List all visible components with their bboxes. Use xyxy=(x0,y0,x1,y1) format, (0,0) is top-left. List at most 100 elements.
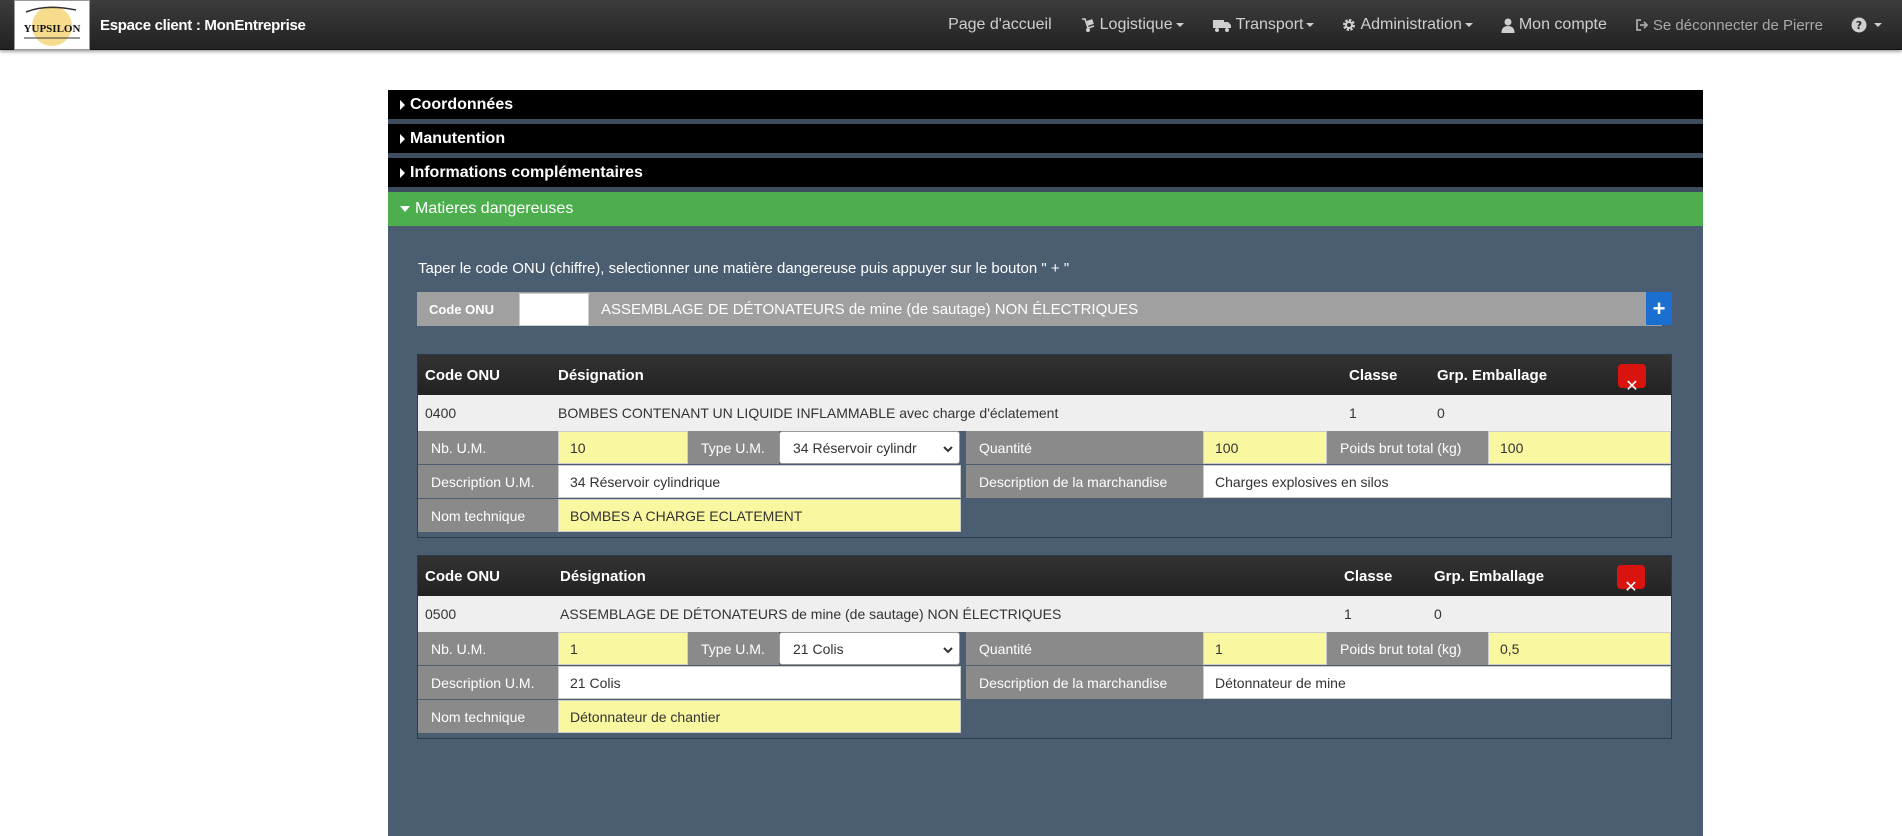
svg-text:?: ? xyxy=(1856,19,1862,32)
main-panel: Coordonnées Manutention Informations com… xyxy=(388,90,1703,836)
matiere-code: 0500 xyxy=(425,606,457,622)
accordion-manutention[interactable]: Manutention xyxy=(388,124,1703,158)
nom-technique-label: Nom technique xyxy=(418,499,558,532)
type-um-select[interactable]: 21 Colis xyxy=(779,632,960,665)
brand-title: Espace client : MonEntreprise xyxy=(100,17,306,34)
matiere-classe: 1 xyxy=(1344,606,1352,622)
type-um-select[interactable]: 34 Réservoir cylindr xyxy=(779,431,960,464)
caret-down-icon xyxy=(1306,23,1315,27)
gear-icon xyxy=(1342,18,1356,32)
logo-image: YUPSILON xyxy=(24,6,80,46)
nav-logout[interactable]: Se déconnecter de Pierre xyxy=(1635,17,1823,34)
close-icon: ✕ xyxy=(1625,378,1639,395)
nav-account[interactable]: Mon compte xyxy=(1501,16,1607,34)
caret-right-icon xyxy=(400,167,405,178)
nav-transport[interactable]: Transport xyxy=(1212,16,1315,34)
nav-home-label: Page d'accueil xyxy=(948,16,1052,33)
quantite-input[interactable]: 1 xyxy=(1203,632,1327,665)
user-icon xyxy=(1501,18,1515,33)
accordion-coordonnees[interactable]: Coordonnées xyxy=(388,90,1703,124)
accordion-label: Informations complémentaires xyxy=(410,163,643,181)
add-matiere-button[interactable]: + xyxy=(1646,292,1672,325)
chevron-down-icon xyxy=(943,442,953,458)
nom-technique-input[interactable]: Détonnateur de chantier xyxy=(558,700,961,733)
matiere-select[interactable]: ASSEMBLAGE DE DÉTONATEURS de mine (de sa… xyxy=(589,301,1662,318)
onu-search-bar: Code ONU ASSEMBLAGE DE DÉTONATEURS de mi… xyxy=(417,292,1662,326)
matiere-designation: ASSEMBLAGE DE DÉTONATEURS de mine (de sa… xyxy=(560,606,1062,622)
col-designation: Désignation xyxy=(560,568,646,585)
nom-technique-label: Nom technique xyxy=(418,700,558,733)
desc-marchandise-input[interactable]: Détonnateur de mine xyxy=(1203,666,1671,699)
type-um-value: 34 Réservoir cylindr xyxy=(793,439,917,456)
delete-matiere-button[interactable]: ✕ xyxy=(1617,565,1645,596)
caret-right-icon xyxy=(400,99,405,110)
matiere-code: 0400 xyxy=(425,405,457,421)
matiere-row: 0500 ASSEMBLAGE DE DÉTONATEURS de mine (… xyxy=(418,596,1671,632)
accordion-label: Coordonnées xyxy=(410,95,514,113)
col-code-onu: Code ONU xyxy=(425,367,500,384)
code-onu-input[interactable] xyxy=(519,292,589,326)
col-code-onu: Code ONU xyxy=(425,568,500,585)
nb-um-input[interactable]: 1 xyxy=(558,632,688,665)
quantite-label: Quantité xyxy=(966,431,1203,464)
col-grp-emballage: Grp. Emballage xyxy=(1434,568,1545,585)
poids-label: Poids brut total (kg) xyxy=(1327,431,1488,464)
quantite-input[interactable]: 100 xyxy=(1203,431,1327,464)
nb-um-label: Nb. U.M. xyxy=(418,632,558,665)
matiere-classe: 1 xyxy=(1349,405,1357,421)
top-navbar: YUPSILON Espace client : MonEntreprise P… xyxy=(0,0,1902,50)
matiere-row: 0400 BOMBES CONTENANT UN LIQUIDE INFLAMM… xyxy=(418,395,1671,431)
nav-logout-label: Se déconnecter de Pierre xyxy=(1652,16,1823,34)
sign-out-icon xyxy=(1635,18,1649,32)
nav-administration[interactable]: Administration xyxy=(1342,16,1473,34)
desc-um-label: Description U.M. xyxy=(418,666,558,699)
poids-label: Poids brut total (kg) xyxy=(1327,632,1488,665)
poids-input[interactable]: 0,5 xyxy=(1488,632,1671,665)
caret-down-icon xyxy=(1874,23,1882,27)
matiere-block: Code ONU Désignation Classe Grp. Emballa… xyxy=(417,555,1672,739)
question-circle-icon: ? xyxy=(1851,17,1867,33)
instruction-text: Taper le code ONU (chiffre), selectionne… xyxy=(418,260,1070,277)
dolly-icon xyxy=(1080,17,1096,33)
caret-down-icon xyxy=(1175,23,1184,27)
matiere-header: Code ONU Désignation Classe Grp. Emballa… xyxy=(418,355,1671,395)
col-classe: Classe xyxy=(1349,367,1398,384)
caret-right-icon xyxy=(400,133,405,144)
matiere-block: Code ONU Désignation Classe Grp. Emballa… xyxy=(417,354,1672,538)
accordion-informations[interactable]: Informations complémentaires xyxy=(388,158,1703,192)
matiere-grp: 0 xyxy=(1434,606,1442,622)
nav-home[interactable]: Page d'accueil xyxy=(948,16,1052,34)
type-um-value: 21 Colis xyxy=(793,640,844,657)
desc-marchandise-label: Description de la marchandise xyxy=(966,465,1203,498)
nom-technique-input[interactable]: BOMBES A CHARGE ECLATEMENT xyxy=(558,499,961,532)
truck-icon xyxy=(1212,17,1232,33)
chevron-down-icon xyxy=(943,643,953,659)
nav-help[interactable]: ? xyxy=(1851,17,1882,33)
close-icon: ✕ xyxy=(1624,579,1638,596)
nav-logistique[interactable]: Logistique xyxy=(1080,16,1184,34)
code-onu-label: Code ONU xyxy=(429,301,494,317)
poids-input[interactable]: 100 xyxy=(1488,431,1671,464)
nav-transport-label: Transport xyxy=(1235,16,1304,33)
col-classe: Classe xyxy=(1344,568,1393,585)
desc-um-input[interactable]: 21 Colis xyxy=(558,666,961,699)
caret-down-icon xyxy=(1464,23,1473,27)
accordion-label: Matieres dangereuses xyxy=(415,200,574,217)
desc-um-input[interactable]: 34 Réservoir cylindrique xyxy=(558,465,961,498)
nav-administration-label: Administration xyxy=(1360,16,1462,33)
matiere-header: Code ONU Désignation Classe Grp. Emballa… xyxy=(418,556,1671,596)
caret-down-icon xyxy=(400,206,410,212)
delete-matiere-button[interactable]: ✕ xyxy=(1618,364,1646,395)
accordion-matieres-dangereuses[interactable]: Matieres dangereuses xyxy=(388,192,1703,226)
company-logo[interactable]: YUPSILON xyxy=(14,0,90,50)
col-designation: Désignation xyxy=(558,367,644,384)
desc-um-label: Description U.M. xyxy=(418,465,558,498)
type-um-label: Type U.M. xyxy=(688,431,779,464)
type-um-label: Type U.M. xyxy=(688,632,779,665)
desc-marchandise-input[interactable]: Charges explosives en silos xyxy=(1203,465,1671,498)
nb-um-input[interactable]: 10 xyxy=(558,431,688,464)
nav-account-label: Mon compte xyxy=(1518,16,1607,33)
desc-marchandise-label: Description de la marchandise xyxy=(966,666,1203,699)
nav-logistique-label: Logistique xyxy=(1099,16,1173,33)
col-grp-emballage: Grp. Emballage xyxy=(1437,367,1548,384)
